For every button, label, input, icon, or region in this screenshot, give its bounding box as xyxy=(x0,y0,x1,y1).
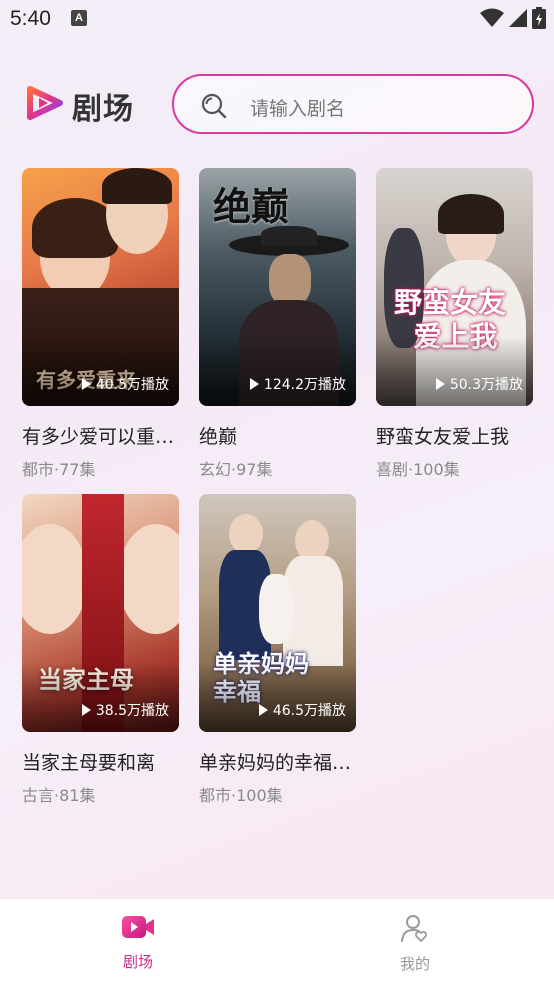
tab-label: 我的 xyxy=(399,955,430,973)
play-icon xyxy=(258,704,268,716)
drama-poster[interactable]: 绝巅 124.2万播放 xyxy=(199,168,356,406)
battery-icon xyxy=(532,7,546,29)
drama-poster[interactable]: 有多爱重来 40.5万播放 xyxy=(22,168,179,406)
play-icon xyxy=(435,378,445,390)
drama-meta: 都市·77集 xyxy=(22,460,96,479)
drama-title: 单亲妈妈的幸福… xyxy=(199,752,352,774)
play-icon xyxy=(81,704,91,716)
drama-meta: 喜剧·100集 xyxy=(376,460,460,479)
play-count: 40.5万播放 xyxy=(81,374,169,394)
play-count: 124.2万播放 xyxy=(249,374,346,394)
wifi-icon xyxy=(480,8,504,27)
page-title: 剧场 xyxy=(72,92,134,127)
play-count: 38.5万播放 xyxy=(81,700,169,720)
drama-title: 当家主母要和离 xyxy=(22,752,156,774)
drama-meta: 古言·81集 xyxy=(22,786,96,805)
drama-title: 野蛮女友爱上我 xyxy=(376,426,510,448)
drama-meta: 都市·100集 xyxy=(199,786,283,805)
search-input[interactable]: 请输入剧名 xyxy=(172,74,534,134)
drama-meta: 玄幻·97集 xyxy=(199,460,273,479)
poster-art-title: 绝巅 xyxy=(213,184,290,229)
search-icon xyxy=(201,93,227,119)
tab-mine[interactable]: 我的 xyxy=(375,913,455,974)
play-count: 46.5万播放 xyxy=(258,700,346,720)
drama-poster[interactable]: 当家主母 38.5万播放 xyxy=(22,494,179,732)
bottom-tab-bar: 剧场 我的 xyxy=(0,898,554,984)
play-count: 50.3万播放 xyxy=(435,374,523,394)
drama-card[interactable]: 当家主母 38.5万播放 当家主母要和离 古言·81集 xyxy=(22,494,179,806)
user-profile-icon xyxy=(401,915,427,942)
search-placeholder: 请输入剧名 xyxy=(250,98,346,120)
play-icon xyxy=(81,378,91,390)
drama-card[interactable]: 绝巅 124.2万播放 绝巅 玄幻·97集 xyxy=(199,168,356,480)
drama-card[interactable]: 野蛮女友 爱上我 50.3万播放 野蛮女友爱上我 喜剧·100集 xyxy=(376,168,533,480)
notification-a-icon: A xyxy=(71,10,87,26)
status-time: 5:40 xyxy=(10,7,51,30)
status-bar: 5:40 A xyxy=(0,0,554,40)
cell-signal-icon xyxy=(509,9,527,27)
drama-card[interactable]: 单亲妈妈幸福 46.5万播放 单亲妈妈的幸福… 都市·100集 xyxy=(199,494,356,806)
video-camera-icon xyxy=(122,916,154,938)
system-icons xyxy=(480,7,546,29)
drama-title: 绝巅 xyxy=(199,426,238,448)
drama-title: 有多少爱可以重… xyxy=(22,426,175,448)
theater-logo-icon xyxy=(27,86,63,120)
header: 剧场 请输入剧名 xyxy=(0,72,554,136)
drama-poster[interactable]: 单亲妈妈幸福 46.5万播放 xyxy=(199,494,356,732)
tab-theater[interactable]: 剧场 xyxy=(98,913,178,972)
drama-card[interactable]: 有多爱重来 40.5万播放 有多少爱可以重… 都市·77集 xyxy=(22,168,179,480)
play-icon xyxy=(249,378,259,390)
tab-label: 剧场 xyxy=(122,953,153,971)
drama-poster[interactable]: 野蛮女友 爱上我 50.3万播放 xyxy=(376,168,533,406)
